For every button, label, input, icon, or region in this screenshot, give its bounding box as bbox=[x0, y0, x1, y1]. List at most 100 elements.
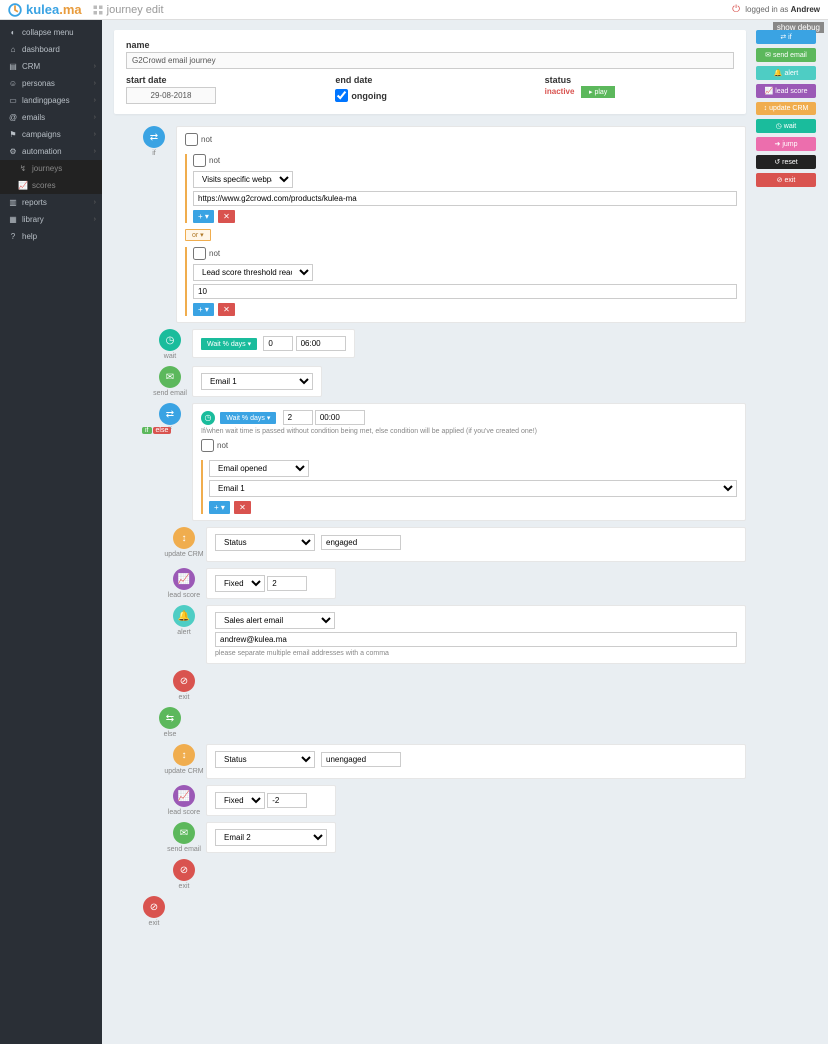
if2-days[interactable] bbox=[283, 410, 313, 425]
sidebar-item-emails[interactable]: @emails› bbox=[0, 109, 102, 126]
email2-body: Email 2 bbox=[206, 822, 336, 853]
score1-type[interactable]: Fixed bbox=[215, 575, 265, 592]
if2-add[interactable]: + ▾ bbox=[209, 501, 230, 514]
play-button[interactable]: ▸ play bbox=[581, 86, 615, 98]
action-alert[interactable]: 🔔 alert bbox=[756, 66, 816, 80]
if1-cond2-type[interactable]: Lead score threshold reached bbox=[193, 264, 313, 281]
email1-select[interactable]: Email 1 bbox=[201, 373, 313, 390]
sidebar-item-reports[interactable]: ▥reports› bbox=[0, 194, 102, 211]
if2-help: If/when wait time is passed without cond… bbox=[201, 428, 737, 435]
sidebar-item-library[interactable]: ▦library› bbox=[0, 211, 102, 228]
alert-email[interactable] bbox=[215, 632, 737, 647]
status-value: inactive bbox=[545, 87, 575, 96]
app-logo[interactable]: kulea.ma bbox=[26, 2, 82, 17]
update1-field[interactable]: Status bbox=[215, 534, 315, 551]
sidebar-item-campaigns[interactable]: ⚑campaigns› bbox=[0, 126, 102, 143]
sidebar-item-help[interactable]: ?help bbox=[0, 228, 102, 245]
action-jump[interactable]: ➜ jump bbox=[756, 137, 816, 151]
action-update-crm[interactable]: ↕ update CRM bbox=[756, 102, 816, 115]
name-input[interactable] bbox=[126, 52, 734, 69]
node-if-icon[interactable]: ⇄ bbox=[143, 126, 165, 148]
alert-body: Sales alert email please separate multip… bbox=[206, 605, 746, 664]
action-exit[interactable]: ⊘ exit bbox=[756, 173, 816, 187]
if2-wait-icon: ◷ bbox=[201, 411, 215, 425]
sidebar-subitem-journeys[interactable]: ↯journeys bbox=[0, 160, 102, 177]
email1-body: Email 1 bbox=[192, 366, 322, 397]
node-email1-icon[interactable]: ✉ bbox=[159, 366, 181, 388]
if1-cond2-val[interactable] bbox=[193, 284, 737, 299]
node-exit2-icon[interactable]: ⊘ bbox=[173, 859, 195, 881]
sidebar-subitem-scores[interactable]: 📈scores bbox=[0, 177, 102, 194]
node-exit3-icon[interactable]: ⊘ bbox=[143, 896, 165, 918]
sidebar-item-landingpages[interactable]: ▭landingpages› bbox=[0, 92, 102, 109]
if2-cond-email[interactable]: Email 1 bbox=[209, 480, 737, 497]
name-label: name bbox=[126, 40, 150, 50]
score1-body: Fixed bbox=[206, 568, 336, 599]
node-email2-icon[interactable]: ✉ bbox=[173, 822, 195, 844]
if1-or-tag[interactable]: or ▾ bbox=[185, 229, 211, 241]
if1-cond1-url[interactable] bbox=[193, 191, 737, 206]
score1-value[interactable] bbox=[267, 576, 307, 591]
update2-value[interactable] bbox=[321, 752, 401, 767]
node-update2-icon[interactable]: ↕ bbox=[173, 744, 195, 766]
if1-not-outer[interactable]: not bbox=[185, 133, 212, 146]
end-date-label: end date bbox=[335, 75, 372, 85]
node-alert-icon[interactable]: 🔔 bbox=[173, 605, 195, 627]
action-reset[interactable]: ↺ reset bbox=[756, 155, 816, 169]
if2-wait-pill[interactable]: Wait % days ▾ bbox=[220, 412, 276, 424]
if2-del[interactable]: ✕ bbox=[234, 501, 251, 514]
ongoing-checkbox[interactable]: ongoing bbox=[335, 89, 387, 102]
sidebar: ◐collapse menu ⌂dashboard ▤CRM› ☺persona… bbox=[0, 20, 102, 1044]
node-if2-icon[interactable]: ⇄ bbox=[159, 403, 181, 425]
if1-cond1-not[interactable]: not bbox=[193, 154, 220, 167]
sidebar-item-personas[interactable]: ☺personas› bbox=[0, 75, 102, 92]
score2-value[interactable] bbox=[267, 793, 307, 808]
if2-body: ◷ Wait % days ▾ If/when wait time is pas… bbox=[192, 403, 746, 521]
update2-field[interactable]: Status bbox=[215, 751, 315, 768]
wait-pill[interactable]: Wait % days ▾ bbox=[201, 338, 257, 350]
sidebar-collapse[interactable]: ◐collapse menu bbox=[0, 24, 102, 41]
if1-cond1-add[interactable]: + ▾ bbox=[193, 210, 214, 223]
action-palette: ⇄ if ✉ send email 🔔 alert 📈 lead score ↕… bbox=[756, 30, 816, 191]
sidebar-item-crm[interactable]: ▤CRM› bbox=[0, 58, 102, 75]
logged-in-user[interactable]: ⏻ logged in as Andrew bbox=[732, 4, 820, 15]
node-wait-icon[interactable]: ◷ bbox=[159, 329, 181, 351]
journey-header-card: name start date end date ongoing status … bbox=[114, 30, 746, 114]
email2-select[interactable]: Email 2 bbox=[215, 829, 327, 846]
start-date-input[interactable] bbox=[126, 87, 216, 104]
if1-cond1-type[interactable]: Visits specific webpage bbox=[193, 171, 293, 188]
if2-not[interactable]: not bbox=[201, 439, 228, 452]
page-title: journey edit bbox=[92, 4, 164, 16]
if-body: not not Visits specific webpage + ▾ ✕ or… bbox=[176, 126, 746, 323]
node-else-icon[interactable]: ⇆ bbox=[159, 707, 181, 729]
sidebar-item-dashboard[interactable]: ⌂dashboard bbox=[0, 41, 102, 58]
if1-cond1-del[interactable]: ✕ bbox=[218, 210, 235, 223]
if2-time[interactable] bbox=[315, 410, 365, 425]
action-if[interactable]: ⇄ if bbox=[756, 30, 816, 44]
node-update1-icon[interactable]: ↕ bbox=[173, 527, 195, 549]
wait-time-input[interactable] bbox=[296, 336, 346, 351]
wait-days-input[interactable] bbox=[263, 336, 293, 351]
alert-type[interactable]: Sales alert email bbox=[215, 612, 335, 629]
if1-cond2-add[interactable]: + ▾ bbox=[193, 303, 214, 316]
status-label: status bbox=[545, 75, 572, 85]
update1-value[interactable] bbox=[321, 535, 401, 550]
if1-cond2-del[interactable]: ✕ bbox=[218, 303, 235, 316]
action-wait[interactable]: ◷ wait bbox=[756, 119, 816, 133]
update1-body: Status bbox=[206, 527, 746, 562]
app-logo-icon bbox=[8, 3, 22, 17]
node-if-label: if bbox=[134, 150, 174, 157]
action-lead-score[interactable]: 📈 lead score bbox=[756, 84, 816, 98]
node-score2-icon[interactable]: 📈 bbox=[173, 785, 195, 807]
start-date-label: start date bbox=[126, 75, 167, 85]
if1-cond2-not[interactable]: not bbox=[193, 247, 220, 260]
score2-body: Fixed bbox=[206, 785, 336, 816]
node-exit1-icon[interactable]: ⊘ bbox=[173, 670, 195, 692]
wait-body: Wait % days ▾ bbox=[192, 329, 355, 358]
score2-type[interactable]: Fixed bbox=[215, 792, 265, 809]
alert-help: please separate multiple email addresses… bbox=[215, 650, 737, 657]
node-score1-icon[interactable]: 📈 bbox=[173, 568, 195, 590]
if2-cond-type[interactable]: Email opened bbox=[209, 460, 309, 477]
action-send-email[interactable]: ✉ send email bbox=[756, 48, 816, 62]
sidebar-item-automation[interactable]: ⚙automation› bbox=[0, 143, 102, 160]
